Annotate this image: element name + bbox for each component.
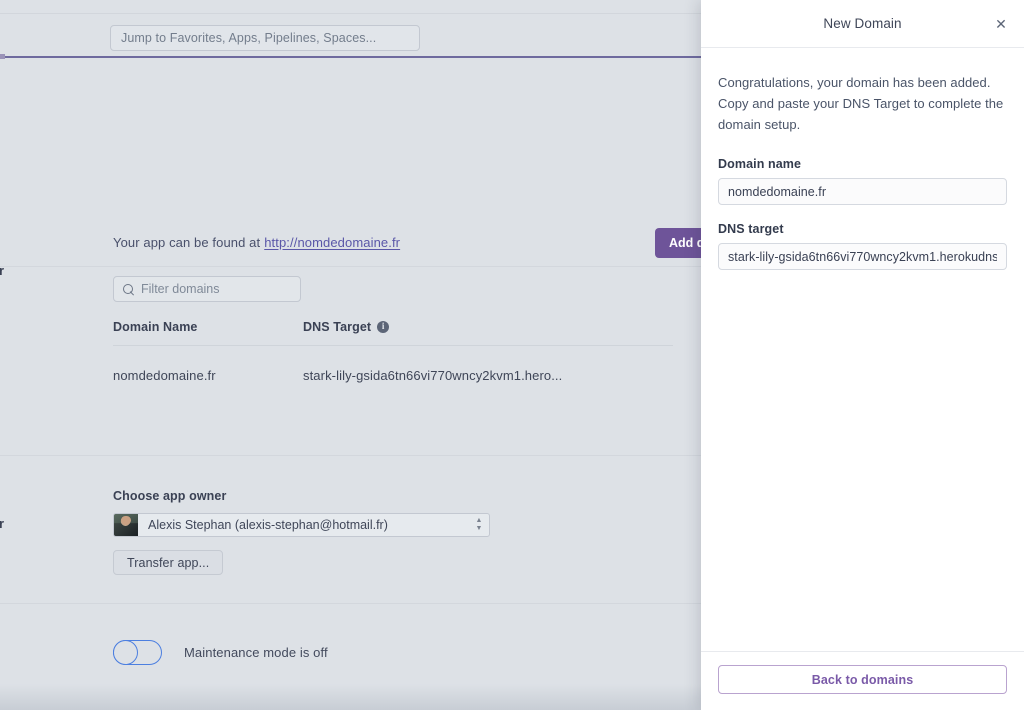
app-screen: Jump to Favorites, Apps, Pipelines, Spac…	[0, 0, 1024, 710]
app-url-prefix-text: Your app can be found at	[113, 235, 261, 250]
dns-target-label: DNS target	[718, 222, 784, 236]
choose-app-owner-label: Choose app owner	[113, 489, 227, 503]
domain-name-label: Domain name	[718, 157, 802, 171]
new-domain-modal: New Domain ✕ Congratulations, your domai…	[701, 0, 1024, 710]
domain-name-input[interactable]	[718, 178, 1007, 205]
dns-target-input[interactable]	[718, 243, 1007, 270]
chevron-up-glyph: ▲	[475, 517, 483, 524]
global-jump-search-input[interactable]: Jump to Favorites, Apps, Pipelines, Spac…	[110, 25, 420, 51]
filter-domains-input[interactable]: Filter domains	[113, 276, 301, 302]
modal-intro-text: Congratulations, your domain has been ad…	[718, 75, 1004, 132]
close-icon[interactable]: ✕	[992, 15, 1010, 33]
info-icon[interactable]: i	[377, 321, 390, 333]
maintenance-mode-row: Maintenance mode is off	[113, 640, 328, 665]
domains-table-header: Domain Name DNS Target i	[113, 320, 673, 346]
app-owner-selected-value: Alexis Stephan (alexis-stephan@hotmail.f…	[148, 518, 388, 532]
modal-title: New Domain	[823, 16, 902, 31]
modal-header: New Domain ✕	[701, 0, 1024, 48]
app-owner-select[interactable]: Alexis Stephan (alexis-stephan@hotmail.f…	[113, 513, 490, 537]
maintenance-mode-label: Maintenance mode is off	[184, 645, 328, 660]
chevron-down-glyph: ▼	[475, 525, 483, 532]
column-header-domain-name: Domain Name	[113, 320, 198, 334]
modal-body: Congratulations, your domain has been ad…	[701, 48, 1024, 651]
search-icon	[123, 283, 134, 295]
transfer-app-button[interactable]: Transfer app...	[113, 550, 224, 575]
app-url-link[interactable]: http://nomdedomaine.fr	[264, 235, 400, 250]
domains-table: Domain Name DNS Target i nomdedomaine.fr…	[113, 320, 673, 383]
toggle-knob	[113, 640, 138, 665]
cell-dns-target: stark-lily-gsida6tn66vi770wncy2kvm1.hero…	[303, 368, 563, 383]
cell-domain-name: nomdedomaine.fr	[113, 368, 216, 383]
filter-domains-placeholder: Filter domains	[141, 282, 220, 296]
chevron-updown-icon: ▲ ▼	[469, 517, 489, 532]
avatar	[114, 514, 138, 536]
section-heading-edge-lower: r	[0, 517, 4, 531]
column-header-dns-target-label: DNS Target	[303, 320, 372, 334]
accent-rule-nub	[0, 54, 5, 59]
modal-footer: Back to domains	[701, 651, 1024, 710]
table-row[interactable]: nomdedomaine.fr stark-lily-gsida6tn66vi7…	[113, 346, 673, 383]
back-to-domains-button[interactable]: Back to domains	[718, 665, 1007, 694]
app-url-line: Your app can be found at http://nomdedom…	[113, 235, 400, 250]
column-header-dns-target: DNS Target i	[303, 320, 390, 334]
maintenance-mode-toggle[interactable]	[113, 640, 162, 665]
